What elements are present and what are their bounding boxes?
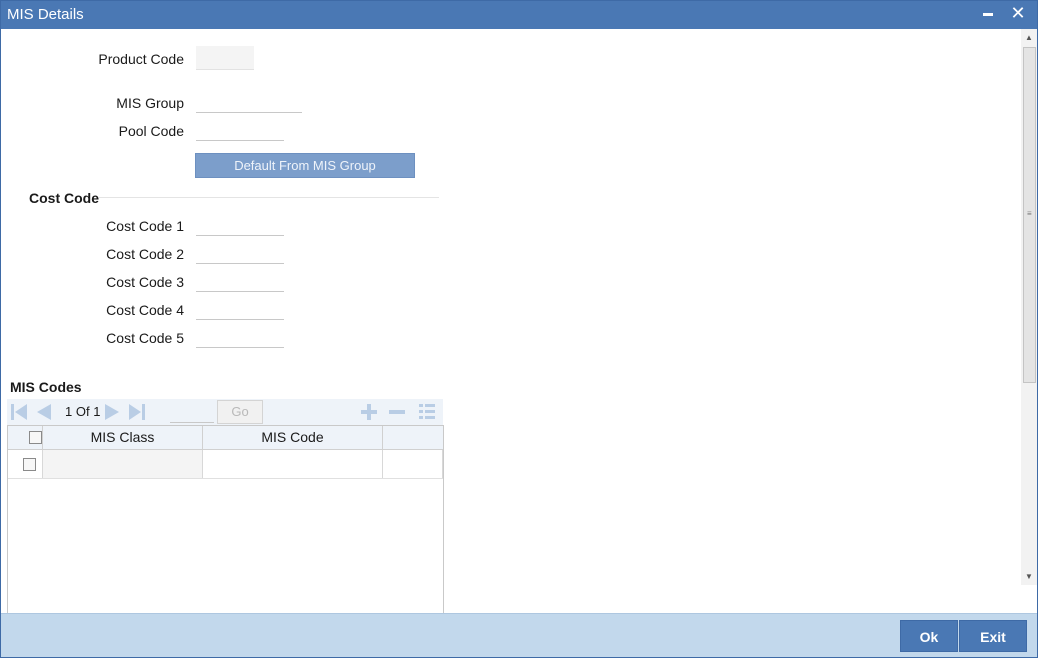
scroll-down-icon[interactable]: ▼ [1024,572,1034,582]
product-code-field[interactable] [196,46,254,70]
row-action-cell[interactable] [383,450,443,478]
table-header: MIS Class MIS Code [8,426,443,450]
select-all-checkbox[interactable] [29,431,42,444]
vertical-scrollbar[interactable]: ▲ ≡ ▼ [1021,29,1037,585]
row-select-cell [8,450,43,478]
close-icon[interactable]: ✕ [1006,1,1030,25]
footer-bar: Ok Exit [1,613,1037,657]
mis-class-cell[interactable] [43,450,203,478]
cost-code-5-field[interactable] [196,324,284,348]
table-row [8,450,443,479]
product-code-label: Product Code [98,51,184,67]
cost-code-1-label: Cost Code 1 [106,218,184,234]
column-header-mis-class[interactable]: MIS Class [43,426,203,449]
first-page-icon[interactable] [9,402,29,422]
ok-button[interactable]: Ok [900,620,958,652]
cost-code-section-title: Cost Code [29,190,99,206]
previous-page-icon[interactable] [33,402,53,422]
select-all-cell [8,426,43,449]
row-checkbox[interactable] [23,458,36,471]
cost-code-4-field[interactable] [196,296,284,320]
mis-codes-section-title: MIS Codes [10,379,82,395]
page-of-label: Of [75,404,90,419]
go-button[interactable]: Go [217,400,263,424]
mis-group-label: MIS Group [116,95,184,111]
pool-code-field[interactable] [196,117,284,141]
mis-code-cell[interactable] [203,450,383,478]
page-number-input[interactable] [170,401,214,423]
last-page-icon[interactable] [127,402,147,422]
cost-code-2-label: Cost Code 2 [106,246,184,262]
cost-code-3-field[interactable] [196,268,284,292]
list-view-icon[interactable] [417,402,437,422]
grid-toolbar: 1 Of 1 Go [7,399,443,425]
delete-row-icon[interactable] [387,402,407,422]
page-indicator: 1 Of 1 [65,404,100,419]
add-row-icon[interactable] [359,402,379,422]
next-page-icon[interactable] [103,402,123,422]
mis-group-field[interactable] [196,89,302,113]
mis-details-window: MIS Details ▬ ✕ Product Code MIS Group P… [0,0,1038,658]
cost-code-1-field[interactable] [196,212,284,236]
cost-code-5-label: Cost Code 5 [106,330,184,346]
default-from-mis-group-button[interactable]: Default From MIS Group [195,153,415,178]
cost-code-4-label: Cost Code 4 [106,302,184,318]
minimize-icon[interactable]: ▬ [976,1,1000,25]
mis-codes-table: MIS Class MIS Code [7,425,444,613]
total-pages: 1 [93,404,101,419]
cost-code-3-label: Cost Code 3 [106,274,184,290]
main-content: Product Code MIS Group Pool Code Default… [1,29,1021,613]
cost-code-2-field[interactable] [196,240,284,264]
section-divider [99,197,439,198]
title-bar: MIS Details ▬ ✕ [1,1,1037,29]
current-page: 1 [65,404,73,419]
scroll-up-icon[interactable]: ▲ [1024,33,1034,43]
scroll-grip-icon: ≡ [1027,209,1032,218]
column-header-mis-code[interactable]: MIS Code [203,426,383,449]
window-title: MIS Details [7,6,84,23]
pool-code-label: Pool Code [118,123,184,139]
exit-button[interactable]: Exit [959,620,1027,652]
scrollbar-thumb[interactable]: ≡ [1023,47,1036,383]
